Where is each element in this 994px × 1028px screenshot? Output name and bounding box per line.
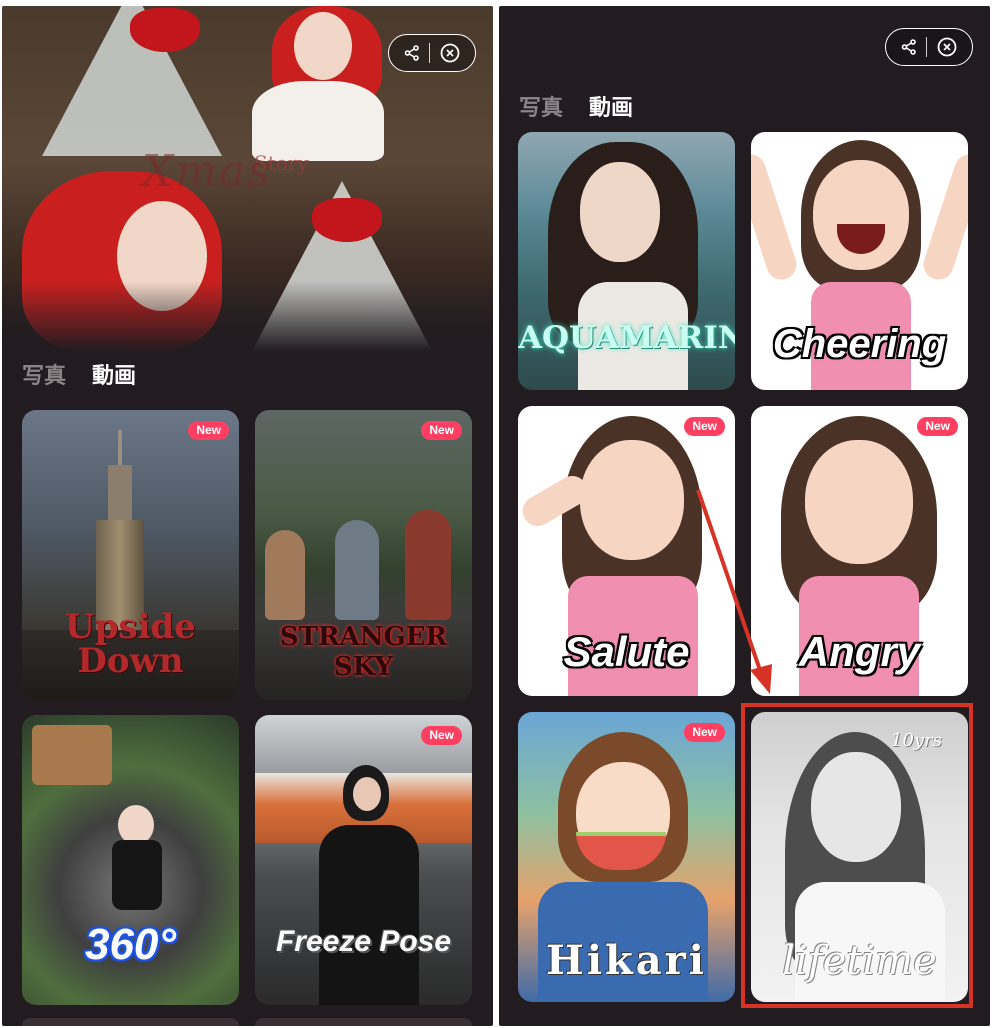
new-badge: New [917, 417, 958, 436]
girl-outfit [112, 840, 162, 910]
kid-silhouette [405, 510, 451, 620]
girl-face [118, 805, 154, 845]
red-bow [312, 198, 382, 242]
share-icon[interactable] [404, 45, 420, 61]
media-tabs: 写真 動画 [22, 358, 136, 390]
corner-text: 10yrs [891, 730, 942, 751]
share-icon[interactable] [901, 39, 917, 55]
red-bow [130, 8, 200, 52]
temple-roof [32, 725, 112, 785]
media-tabs: 写真 動画 [519, 90, 633, 122]
card-label: lifetime [782, 938, 937, 984]
banner-title: Xmas [142, 146, 272, 197]
avatar-arm [919, 150, 968, 284]
tab-photos[interactable]: 写真 [22, 358, 66, 390]
building-spire [118, 430, 122, 470]
close-circle-icon[interactable] [440, 43, 460, 63]
left-screen: Xmas Story 写真 動画 Upside Down New STRANGE… [2, 6, 493, 1026]
girl-face [811, 752, 901, 862]
pill-divider [926, 37, 928, 57]
new-badge: New [684, 723, 725, 742]
card-label: STRANGER SKY [279, 622, 448, 682]
card-label: Upside Down [65, 607, 196, 681]
avatar-face [805, 440, 913, 564]
new-badge: New [188, 421, 229, 440]
tab-videos[interactable]: 動画 [589, 90, 633, 122]
tab-photos[interactable]: 写真 [519, 90, 563, 122]
share-close-pill [388, 34, 476, 72]
share-close-pill [885, 28, 973, 66]
card-label: 360° [84, 920, 176, 969]
girl-face [353, 777, 381, 811]
template-card-aquamarine[interactable]: AQUAMARINE [518, 132, 735, 390]
template-card-stranger-sky[interactable]: STRANGER SKY New [255, 410, 472, 700]
girl-outfit [319, 825, 419, 1005]
template-card-cheering[interactable]: Cheering [751, 132, 968, 390]
card-label: AQUAMARINE [518, 320, 735, 356]
kid-silhouette [335, 520, 379, 620]
new-badge: New [684, 417, 725, 436]
tab-videos[interactable]: 動画 [92, 358, 136, 390]
card-label: Hikari [546, 937, 707, 984]
template-card-lifetime[interactable]: 10yrs lifetime [751, 712, 968, 1002]
new-badge: New [421, 726, 462, 745]
girl-face [294, 12, 352, 80]
avatar-arm [751, 150, 801, 284]
card-label: Cheering [772, 322, 947, 366]
close-circle-icon[interactable] [937, 37, 957, 57]
next-row-card [255, 1018, 472, 1026]
template-card-freeze-pose[interactable]: Freeze Pose New [255, 715, 472, 1005]
pointer-arrow [696, 489, 772, 694]
card-label: Freeze Pose [275, 925, 452, 958]
template-card-upside-down[interactable]: Upside Down New [22, 410, 239, 700]
next-row-card [22, 1018, 239, 1026]
kid-silhouette [265, 530, 305, 620]
template-card-hikari[interactable]: Hikari New [518, 712, 735, 1002]
template-card-360[interactable]: 360° [22, 715, 239, 1005]
building-top [108, 465, 132, 525]
girl-face [580, 162, 660, 262]
banner-subtitle: Story [254, 151, 309, 175]
new-badge: New [421, 421, 462, 440]
avatar-face [580, 440, 684, 560]
banner-fade [2, 281, 493, 351]
pill-divider [429, 43, 431, 63]
